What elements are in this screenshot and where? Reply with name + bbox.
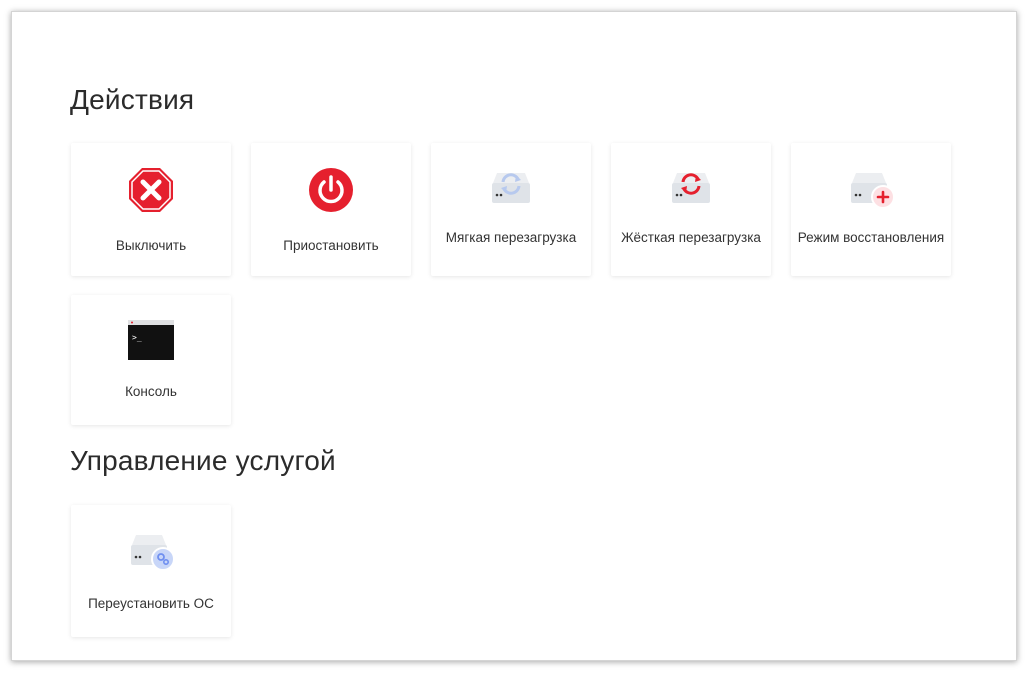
power-icon (306, 165, 356, 215)
hard-reboot-label: Жёсткая перезагрузка (621, 230, 761, 245)
terminal-icon: >_ (126, 315, 176, 365)
reinstall-os-card[interactable]: Переустановить ОС (71, 505, 231, 637)
hard-reboot-card[interactable]: Жёсткая перезагрузка (611, 143, 771, 276)
shutdown-label: Выключить (115, 238, 187, 253)
console-card[interactable]: >_ Консоль (71, 295, 231, 425)
shutdown-card[interactable]: Выключить (71, 143, 231, 276)
drive-rescue-icon (846, 165, 896, 215)
drive-reinstall-icon (126, 527, 176, 577)
stop-sign-icon (126, 165, 176, 215)
suspend-card[interactable]: Приостановить (251, 143, 411, 276)
drive-hard-reboot-icon (666, 165, 716, 215)
drive-soft-reboot-icon (486, 165, 536, 215)
svg-text:>_: >_ (132, 333, 142, 342)
soft-reboot-card[interactable]: Мягкая перезагрузка (431, 143, 591, 276)
actions-panel: Действия Выключить Приостановить Мягкая … (11, 11, 1017, 661)
suspend-label: Приостановить (283, 238, 379, 253)
soft-reboot-label: Мягкая перезагрузка (445, 230, 577, 245)
section-title-service-management: Управление услугой (70, 445, 336, 476)
reinstall-os-label: Переустановить ОС (88, 596, 214, 611)
console-label: Консоль (125, 384, 177, 399)
section-title-actions: Действия (70, 84, 195, 115)
rescue-mode-card[interactable]: Режим восстановления (791, 143, 951, 276)
rescue-mode-label: Режим восстановления (797, 230, 945, 245)
